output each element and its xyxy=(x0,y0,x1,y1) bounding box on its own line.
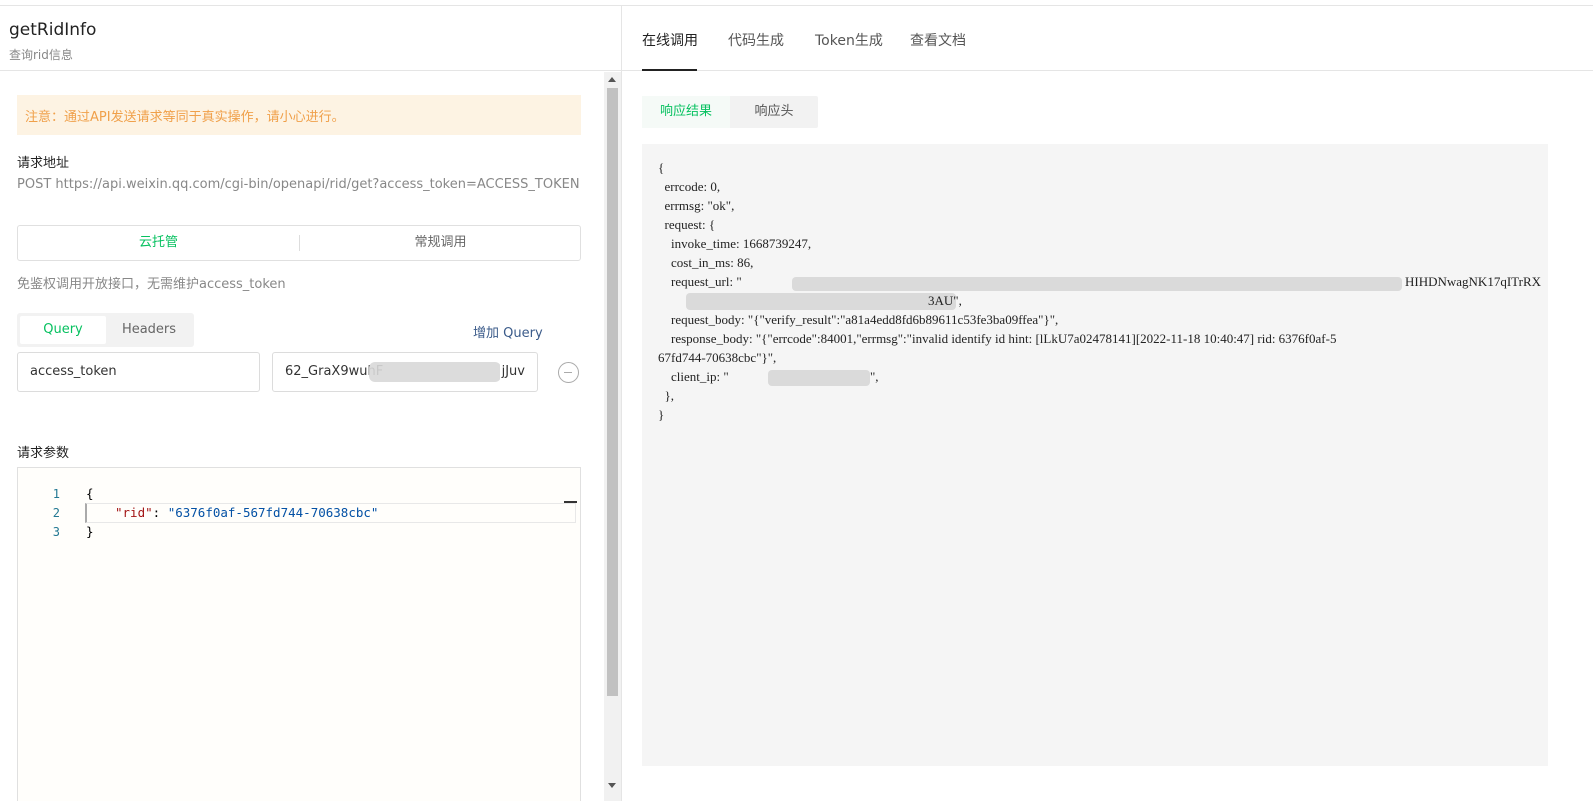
line-number: 1 xyxy=(52,487,60,501)
tab-query[interactable]: Query xyxy=(20,316,106,344)
main-tabs: 在线调用 代码生成 Token生成 查看文档 xyxy=(622,6,1593,71)
redacted-blur xyxy=(686,293,956,310)
response-body: { errcode: 0, errmsg: "ok", request: { i… xyxy=(642,144,1548,766)
json-value: "6376f0af-567fd744-70638cbc" xyxy=(167,505,379,520)
redacted-blur xyxy=(768,370,870,386)
scrollbar[interactable] xyxy=(604,72,621,801)
redacted-blur xyxy=(792,277,1402,291)
query-key-input[interactable]: access_token xyxy=(17,352,260,392)
response-line: } xyxy=(658,407,665,422)
warning-notice: 注意：通过API发送请求等同于真实操作，请小心进行。 xyxy=(17,95,581,135)
line-number: 2 xyxy=(52,506,60,520)
response-line: errmsg: "ok", xyxy=(658,198,735,213)
response-line: invoke_time: 1668739247, xyxy=(658,236,812,251)
api-name: getRidInfo xyxy=(9,20,97,40)
code-line: "rid": "6376f0af-567fd744-70638cbc" xyxy=(115,505,378,520)
response-line: request_url: " xyxy=(658,274,742,289)
response-panel: 在线调用 代码生成 Token生成 查看文档 响应结果 响应头 { errcod… xyxy=(622,6,1593,801)
response-line: }, xyxy=(658,388,675,403)
request-form: 注意：通过API发送请求等同于真实操作，请小心进行。 请求地址 POST htt… xyxy=(0,72,604,801)
mode-option-regular[interactable]: 常规调用 xyxy=(300,226,581,260)
code-line: } xyxy=(86,524,94,539)
response-line: client_ip: " xyxy=(658,369,729,384)
response-line: 3AU", xyxy=(928,293,962,308)
response-tabs: 响应结果 响应头 xyxy=(642,96,818,128)
tab-code-gen[interactable]: 代码生成 xyxy=(728,30,784,50)
minimap-indicator xyxy=(564,501,577,503)
api-description: 查询rid信息 xyxy=(9,48,73,62)
tab-response-headers[interactable]: 响应头 xyxy=(730,96,818,128)
call-mode-switch: 云托管 常规调用 xyxy=(17,225,581,261)
response-line: errcode: 0, xyxy=(658,179,721,194)
query-tabs: Query Headers xyxy=(17,313,194,347)
response-line: cost_in_ms: 86, xyxy=(658,255,754,270)
active-tab-underline xyxy=(642,69,697,71)
mode-hint: 免鉴权调用开放接口，无需维护access_token xyxy=(17,277,286,292)
json-colon: : xyxy=(152,505,168,520)
tab-response-body[interactable]: 响应结果 xyxy=(642,96,730,128)
response-line: request: { xyxy=(658,217,716,232)
remove-query-icon[interactable] xyxy=(558,362,579,383)
request-panel: getRidInfo 查询rid信息 注意：通过API发送请求等同于真实操作，请… xyxy=(0,6,622,801)
params-label: 请求参数 xyxy=(17,446,70,461)
scroll-up-icon[interactable] xyxy=(608,77,616,82)
tab-headers[interactable]: Headers xyxy=(106,316,192,344)
tab-online-call[interactable]: 在线调用 xyxy=(642,30,698,50)
tab-token-gen[interactable]: Token生成 xyxy=(815,30,883,50)
params-editor[interactable]: 1 2 3 { "rid": "6376f0af-567fd744-70638c… xyxy=(17,467,581,801)
redacted-blur xyxy=(369,362,501,382)
add-query-button[interactable]: 增加 Query xyxy=(473,322,543,341)
query-value-suffix: jJuv xyxy=(499,353,525,391)
json-key: "rid" xyxy=(115,505,153,520)
tab-docs[interactable]: 查看文档 xyxy=(910,30,966,50)
scroll-down-icon[interactable] xyxy=(608,783,616,788)
mode-option-cloud[interactable]: 云托管 xyxy=(18,226,299,260)
api-header: getRidInfo 查询rid信息 xyxy=(0,6,621,71)
request-url: POST https://api.weixin.qq.com/cgi-bin/o… xyxy=(17,177,580,192)
response-line: 67fd744-70638cbc"}", xyxy=(658,350,777,365)
response-line: response_body: "{"errcode":84001,"errmsg… xyxy=(658,331,1337,346)
request-url-label: 请求地址 xyxy=(17,156,70,171)
line-number: 3 xyxy=(52,525,60,539)
query-value-input[interactable]: 62_GraX9wuhF jJuv xyxy=(272,352,538,392)
response-line: HIHDNwagNK17qITrRX xyxy=(1405,274,1542,289)
code-line: { xyxy=(86,486,94,501)
response-line: { xyxy=(658,160,665,175)
scroll-thumb[interactable] xyxy=(607,88,618,696)
response-line: ", xyxy=(870,369,879,384)
response-line: request_body: "{"verify_result":"a81a4ed… xyxy=(658,312,1059,327)
